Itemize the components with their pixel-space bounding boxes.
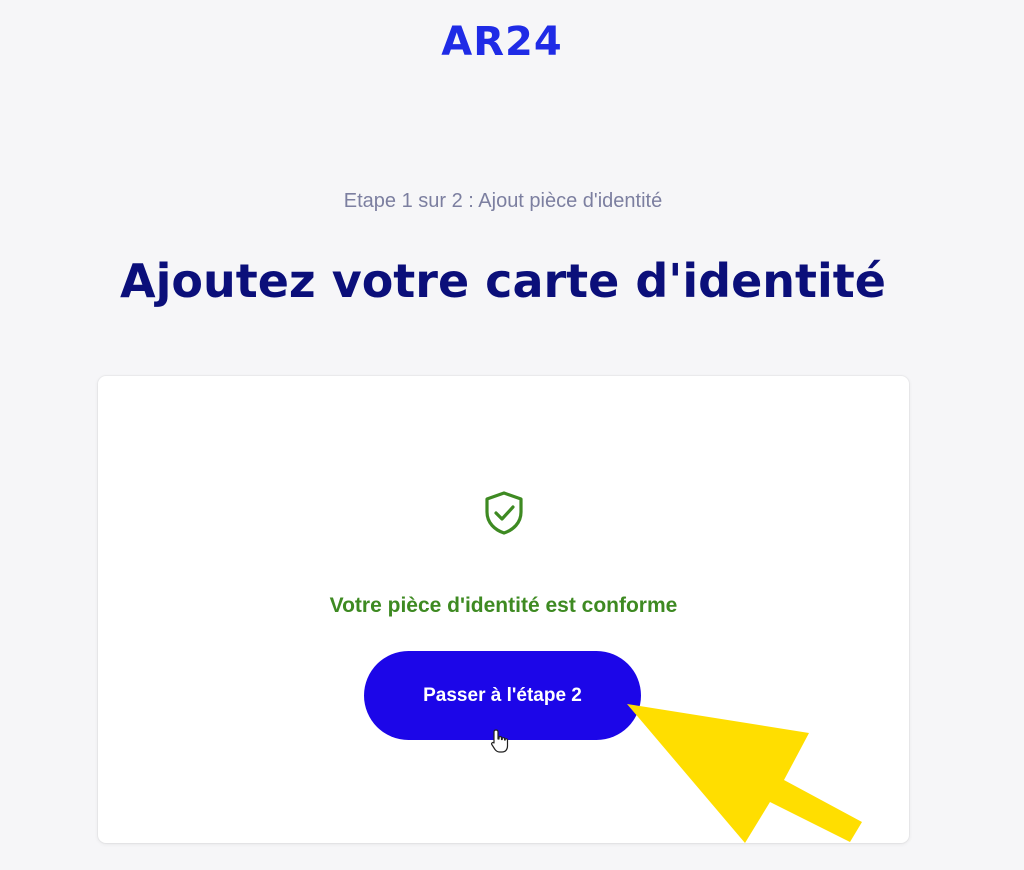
hand-pointer-cursor-icon bbox=[491, 729, 509, 753]
ar24-logo: AR24 bbox=[441, 19, 563, 65]
verification-status-text: Votre pièce d'identité est conforme bbox=[329, 594, 678, 617]
next-step-button[interactable]: Passer à l'étape 2 bbox=[364, 651, 641, 740]
step-indicator: Etape 1 sur 2 : Ajout pièce d'identité bbox=[343, 190, 663, 212]
page-title: Ajoutez votre carte d'identité bbox=[120, 254, 886, 308]
shield-check-icon bbox=[485, 491, 523, 535]
yellow-arrow-pointer bbox=[627, 704, 862, 843]
